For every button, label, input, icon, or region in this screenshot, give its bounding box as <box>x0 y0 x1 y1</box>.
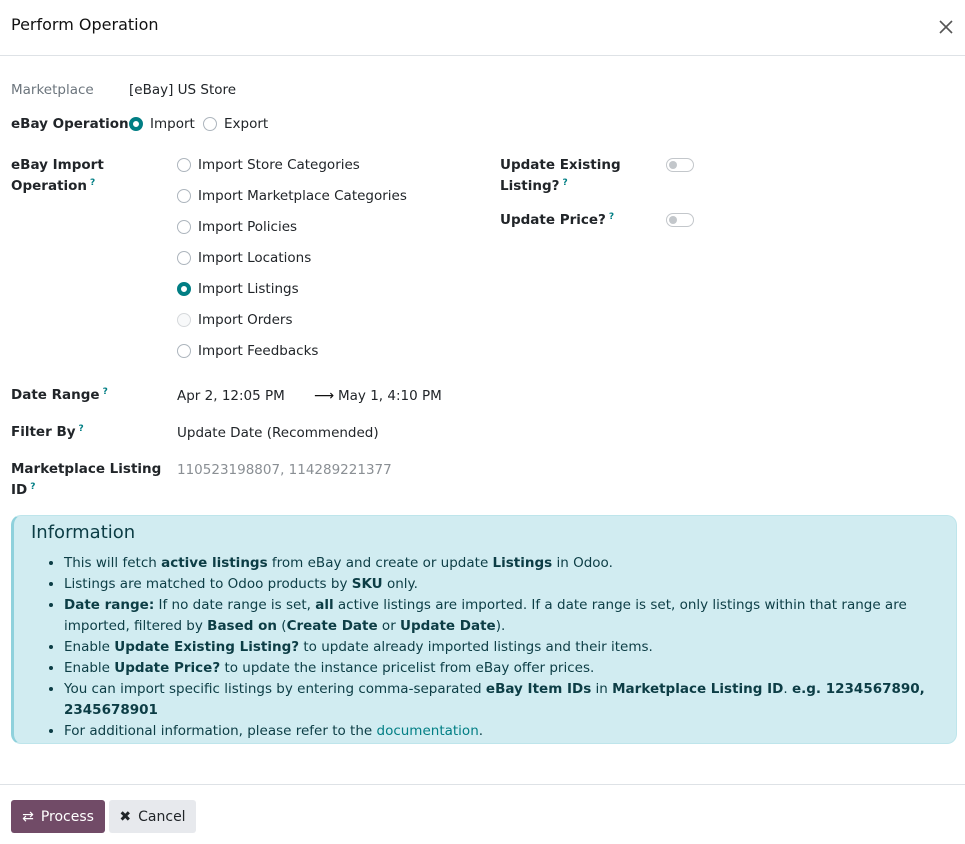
import-marketplace-categories-label[interactable]: Import Marketplace Categories <box>198 186 407 207</box>
import-orders-label[interactable]: Import Orders <box>198 310 293 331</box>
marketplace-label: Marketplace <box>11 82 94 98</box>
info-item: Date range: If no date range is set, all… <box>64 595 944 637</box>
date-range-label: Date Range? <box>11 385 108 406</box>
import-orders-radio[interactable] <box>177 313 191 327</box>
info-item: Enable Update Existing Listing? to updat… <box>64 637 944 658</box>
update-price-label: Update Price?? <box>500 210 614 231</box>
footer-divider <box>0 784 965 785</box>
filter-by-select[interactable]: Update Date (Recommended) <box>177 423 379 444</box>
info-item: You can import specific listings by ente… <box>64 679 944 721</box>
cancel-button[interactable]: ✖ Cancel <box>109 800 196 833</box>
import-operation-label: eBay Import Operation? <box>11 155 104 197</box>
import-policies-label[interactable]: Import Policies <box>198 217 297 238</box>
arrow-right-icon: ⟶ <box>314 388 335 404</box>
documentation-link[interactable]: documentation <box>377 723 479 739</box>
import-feedbacks-label[interactable]: Import Feedbacks <box>198 341 318 362</box>
date-end-field[interactable]: May 1, 4:10 PM <box>338 386 442 407</box>
information-title: Information <box>31 522 136 543</box>
operation-label: eBay Operation <box>11 116 129 132</box>
dialog-header: Perform Operation <box>0 0 965 56</box>
listing-id-label-line1: Marketplace Listing <box>11 461 162 477</box>
process-button-label: Process <box>40 808 94 825</box>
toggle-knob <box>669 216 677 224</box>
close-icon: ✖ <box>119 808 132 825</box>
help-icon[interactable]: ? <box>90 178 95 188</box>
info-item: This will fetch active listings from eBa… <box>64 553 944 574</box>
import-store-categories-label[interactable]: Import Store Categories <box>198 155 360 176</box>
update-price-toggle[interactable] <box>666 213 694 227</box>
update-existing-label-line2: Listing? <box>500 178 560 194</box>
listing-id-input[interactable]: 110523198807, 114289221377 <box>177 460 392 481</box>
dialog-title: Perform Operation <box>11 15 159 34</box>
listing-id-label: Marketplace Listing ID? <box>11 459 161 501</box>
exchange-icon: ⇄ <box>22 808 34 825</box>
help-icon[interactable]: ? <box>609 212 614 222</box>
import-marketplace-categories-radio[interactable] <box>177 189 191 203</box>
import-operation-label-line1: eBay Import <box>11 157 104 173</box>
date-start-field[interactable]: Apr 2, 12:05 PM <box>177 386 285 407</box>
operation-import-radio[interactable] <box>129 117 143 131</box>
info-item: Enable Update Price? to update the insta… <box>64 658 944 679</box>
date-range-label-text: Date Range <box>11 387 100 403</box>
import-policies-radio[interactable] <box>177 220 191 234</box>
marketplace-value: [eBay] US Store <box>129 82 237 98</box>
info-item: For additional information, please refer… <box>64 721 944 742</box>
operation-export-label[interactable]: Export <box>224 114 268 135</box>
import-listings-label[interactable]: Import Listings <box>198 279 299 300</box>
update-existing-toggle[interactable] <box>666 158 694 172</box>
update-existing-label-line1: Update Existing <box>500 157 621 173</box>
help-icon[interactable]: ? <box>562 178 567 188</box>
cancel-button-label: Cancel <box>138 808 186 825</box>
info-item: Listings are matched to Odoo products by… <box>64 574 944 595</box>
help-icon[interactable]: ? <box>30 482 35 492</box>
filter-by-label-text: Filter By <box>11 424 76 440</box>
import-listings-radio[interactable] <box>177 282 191 296</box>
import-locations-radio[interactable] <box>177 251 191 265</box>
import-feedbacks-radio[interactable] <box>177 344 191 358</box>
import-locations-label[interactable]: Import Locations <box>198 248 311 269</box>
process-button[interactable]: ⇄ Process <box>11 800 105 833</box>
information-box: Information This will fetch active listi… <box>11 515 957 744</box>
operation-export-radio[interactable] <box>203 117 217 131</box>
listing-id-label-line2: ID <box>11 482 28 498</box>
update-price-label-text: Update Price? <box>500 212 606 228</box>
operation-import-label[interactable]: Import <box>150 114 195 135</box>
import-store-categories-radio[interactable] <box>177 158 191 172</box>
information-list: This will fetch active listings from eBa… <box>64 553 944 742</box>
filter-by-label: Filter By? <box>11 422 84 443</box>
close-icon[interactable] <box>933 14 959 40</box>
help-icon[interactable]: ? <box>79 424 84 434</box>
help-icon[interactable]: ? <box>103 387 108 397</box>
toggle-knob <box>669 161 677 169</box>
import-operation-label-line2: Operation <box>11 178 88 194</box>
update-existing-label: Update Existing Listing?? <box>500 155 621 197</box>
